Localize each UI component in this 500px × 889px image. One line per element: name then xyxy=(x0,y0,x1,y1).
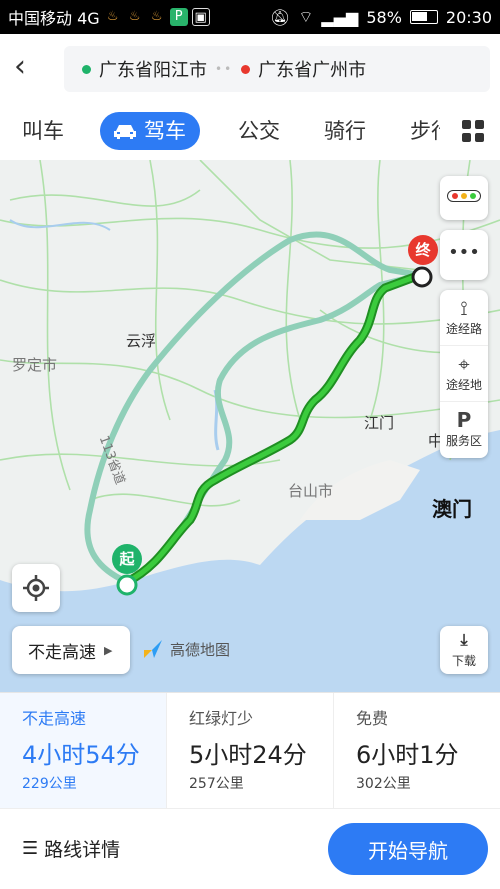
traffic-light-icon[interactable] xyxy=(440,176,488,220)
download-button[interactable]: ⤓ 下载 xyxy=(440,626,488,674)
clock: 20:30 xyxy=(445,7,492,27)
route-option-card[interactable]: 免费 6小时1分 302公里 xyxy=(333,693,500,808)
route-details-button[interactable]: ☰ 路线详情 xyxy=(22,835,120,862)
download-label: 下载 xyxy=(451,654,476,668)
route-separator: •• xyxy=(215,62,234,76)
status-bar: 中国移动 4G ♨ ♨ ♨ P ▣ 🔕︎ ⌔ ▂▄▆ 58% 20:30 xyxy=(0,0,500,34)
map-pin-icon: ⌖ xyxy=(458,352,470,376)
parking-app-icon: P xyxy=(169,8,188,26)
city-label: 云浮 xyxy=(126,332,157,350)
end-marker: 终 xyxy=(408,235,438,265)
service-area-label: 服务区 xyxy=(445,434,482,448)
list-icon: ☰ xyxy=(22,838,39,859)
amap-logo: 高德地图 xyxy=(142,638,230,660)
avoid-highway-label: 不走高速 xyxy=(28,642,96,663)
bottom-action-bar: ☰ 路线详情 开始导航 xyxy=(0,808,500,889)
via-point-label: 途经地 xyxy=(445,378,482,392)
origin-field[interactable]: 广东省阳江市 xyxy=(99,56,207,82)
image-icon: ▣ xyxy=(191,8,210,26)
route-tools-panel: ⟟ 途经路 ⌖ 途经地 P 服务区 xyxy=(440,290,488,458)
route-duration: 5小时24分 xyxy=(189,741,307,769)
parking-cup-icon: P xyxy=(456,408,472,432)
transport-mode-tabs: 叫车 驾车 公交 骑行 步行 xyxy=(0,102,500,160)
app-notification-icon: ♨ xyxy=(106,9,119,24)
route-duration: 4小时54分 xyxy=(22,741,140,769)
crosshair-icon xyxy=(23,575,49,601)
route-distance: 229公里 xyxy=(22,776,77,792)
tab-walk[interactable]: 步行 xyxy=(410,112,440,150)
destination-dot-icon xyxy=(241,64,251,74)
app-notification-icon: ♨ xyxy=(128,9,141,24)
route-distance: 302公里 xyxy=(356,776,411,792)
carrier-label: 中国移动 4G xyxy=(8,9,100,28)
end-marker-label: 终 xyxy=(415,241,431,259)
route-tag: 红绿灯少 xyxy=(189,709,254,728)
service-area-button[interactable]: P 服务区 xyxy=(440,402,488,458)
city-label: 台山市 xyxy=(288,482,334,500)
route-search-bar: ‹ 广东省阳江市 •• 广东省广州市 xyxy=(0,34,500,102)
tab-bike[interactable]: 骑行 xyxy=(324,112,366,150)
signal-icon: ▂▄▆ xyxy=(321,7,359,27)
origin-dot-icon xyxy=(82,64,91,74)
more-options-button[interactable]: ••• xyxy=(440,230,488,280)
route-input-box[interactable]: 广东省阳江市 •• 广东省广州市 xyxy=(64,46,490,92)
app-notification-icon: ♨ xyxy=(150,9,163,24)
route-details-label: 路线详情 xyxy=(44,839,121,861)
start-marker: 起 xyxy=(112,544,142,574)
amap-logo-text: 高德地图 xyxy=(170,640,231,659)
more-modes-grid-icon[interactable] xyxy=(462,120,484,142)
route-option-card[interactable]: 不走高速 4小时54分 229公里 xyxy=(0,693,166,808)
via-point-button[interactable]: ⌖ 途经地 xyxy=(440,346,488,402)
tab-taxi[interactable]: 叫车 xyxy=(22,112,64,150)
tab-drive-label: 驾车 xyxy=(144,119,186,143)
locate-me-button[interactable] xyxy=(12,564,60,612)
car-icon xyxy=(114,125,136,139)
destination-field[interactable]: 广东省广州市 xyxy=(258,56,366,82)
start-navigation-button[interactable]: 开始导航 xyxy=(328,823,488,875)
download-icon: ⤓ xyxy=(460,630,468,649)
via-road-label: 途经路 xyxy=(445,322,482,336)
tab-drive[interactable]: 驾车 xyxy=(100,112,200,150)
route-tag: 不走高速 xyxy=(22,709,87,728)
city-label: 澳门 xyxy=(432,497,472,521)
start-marker-label: 起 xyxy=(119,550,135,568)
more-dots-icon[interactable]: ••• xyxy=(440,230,488,280)
start-navigation-label: 开始导航 xyxy=(368,838,448,863)
traffic-toggle[interactable] xyxy=(440,176,488,220)
route-duration: 6小时1分 xyxy=(356,741,459,769)
battery-percent: 58% xyxy=(366,7,402,27)
avoid-highway-button[interactable]: 不走高速 ▶ xyxy=(12,626,130,674)
map-view[interactable]: 起 终 云浮 罗定市 江门 中 台山市 澳门 113省道 ••• ⟟ 途经路 ⌖… xyxy=(0,160,500,692)
city-label: 罗定市 xyxy=(12,356,58,374)
route-options: 不走高速 4小时54分 229公里 红绿灯少 5小时24分 257公里 免费 6… xyxy=(0,692,500,808)
route-nodes-icon: ⟟ xyxy=(460,296,468,320)
play-arrow-icon: ▶ xyxy=(104,643,113,657)
city-label: 江门 xyxy=(364,414,395,432)
via-road-button[interactable]: ⟟ 途经路 xyxy=(440,290,488,346)
route-option-card[interactable]: 红绿灯少 5小时24分 257公里 xyxy=(166,693,333,808)
tab-bus[interactable]: 公交 xyxy=(238,112,280,150)
mute-icon: 🔕︎ xyxy=(270,7,291,27)
route-tag: 免费 xyxy=(356,709,389,728)
back-arrow-icon[interactable]: ‹ xyxy=(14,50,44,86)
amap-logo-icon xyxy=(144,640,162,658)
route-distance: 257公里 xyxy=(189,776,244,792)
wifi-icon: ⌔ xyxy=(298,7,314,26)
battery-icon xyxy=(409,10,438,24)
